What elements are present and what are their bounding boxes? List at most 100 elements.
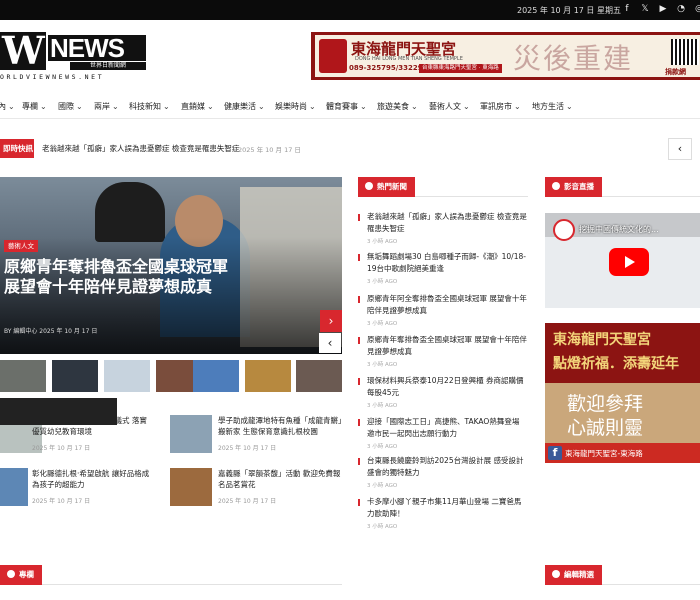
nav-item[interactable]: 直銷媒 xyxy=(181,101,214,112)
youtube-play-icon[interactable] xyxy=(609,248,649,276)
channel-avatar[interactable] xyxy=(553,219,575,241)
ticker-date: 2025 年 10 月 17 日 xyxy=(238,146,301,154)
hot-date: 3 小時 AGO xyxy=(367,483,398,489)
bullet-bar xyxy=(358,214,360,221)
nav-item[interactable]: 健康樂活 xyxy=(224,101,265,112)
youtube-embed[interactable]: 挖掘中國傳統文化的... xyxy=(545,213,700,308)
article-card[interactable]: 學子助成龍潭地特有魚種「成龍青鱂」搬新家 生態保育意識扎根校園 2025 年 1… xyxy=(170,415,342,455)
hot-title[interactable]: 環保材料興兵祭泰10月22日登興櫃 券商認購價每股45元 xyxy=(367,375,527,399)
site-logo[interactable]: W NEWS 世界日新聞網 ORLDVIEWNEWS.NET xyxy=(0,32,146,82)
article-date: 2025 年 10 月 17 日 xyxy=(32,498,91,505)
logo-w: W xyxy=(0,32,46,70)
article-date: 2025 年 10 月 17 日 xyxy=(218,445,277,452)
nav-item[interactable]: 兩岸 xyxy=(94,101,119,112)
article-title[interactable]: 學子助成龍潭地特有魚種「成龍青鱂」搬新家 生態保育意識扎根校園 xyxy=(218,415,342,437)
nav-item[interactable]: 地方生活 xyxy=(532,101,573,112)
qr-code-icon xyxy=(671,39,699,65)
bullet-bar xyxy=(358,337,360,344)
editors-pick-label: 編輯精選 xyxy=(545,565,602,585)
hero-next-button[interactable]: › xyxy=(320,310,342,332)
youtube-icon[interactable]: ▶ xyxy=(658,3,668,16)
nav-item[interactable]: 專欄 xyxy=(22,101,47,112)
article-title[interactable]: 嘉義縣「翠韻茶馥」活動 歡迎免費報名品茗賞花 xyxy=(218,468,342,490)
nav-item[interactable]: 體育賽事 xyxy=(326,101,367,112)
editors-pick-header: 編輯精選 xyxy=(545,565,700,585)
ad-line-1: 東海龍門天聖宮 xyxy=(553,332,651,348)
hot-news-title: 熱門新聞 xyxy=(377,182,407,191)
column-header: 專欄 xyxy=(0,565,342,585)
hot-title[interactable]: 卡多摩小腳丫親子市集11月華山登場 二寶爸馬力歐助陣！ xyxy=(367,496,527,520)
hero-category-badge[interactable]: 藝術人文 xyxy=(4,240,38,252)
article-card[interactable]: 嘉義縣「翠韻茶馥」活動 歡迎免費報名品茗賞花 2025 年 10 月 17 日 xyxy=(170,468,340,508)
hot-title[interactable]: 台東縣長饒慶鈴到訪2025台灣設計展 感受設計盛會的獨特魅力 xyxy=(367,455,527,479)
nav-item[interactable]: 國內 xyxy=(0,101,15,112)
ticker-label: 即時快訊 xyxy=(0,139,34,158)
logo-news-sub: 世界日新聞網 xyxy=(70,62,146,70)
nav-item[interactable]: 藝術人文 xyxy=(429,101,470,112)
hot-title[interactable]: 原鄉青年奪排魯盃全國桌球冠軍 展望會十年陪伴見證夢想成真 xyxy=(367,334,527,358)
temple-seal-icon xyxy=(319,39,347,73)
hero-slide[interactable]: 藝術人文 原鄉青年奪排魯盃全國桌球冠軍 展望會十年陪伴見證夢想成真 BY 編輯中… xyxy=(0,177,342,354)
thumbnail[interactable] xyxy=(245,360,291,392)
hero-prev-button[interactable]: ‹ xyxy=(319,333,341,353)
hot-title[interactable]: 原鄉青年阿全奪排魯盃全國桌球冠軍 展望會十年陪伴見證夢想成真 xyxy=(367,293,527,317)
ad-fb-text: 東海龍門天聖宮-東海路 xyxy=(565,449,643,458)
hot-date: 3 小時 AGO xyxy=(367,279,398,285)
editors-pick-title: 編輯精選 xyxy=(564,570,594,579)
banner-phone: 089-325795/332295 xyxy=(349,64,428,72)
x-twitter-icon[interactable]: 𝕏 xyxy=(640,3,650,16)
hot-date: 3 小時 AGO xyxy=(367,239,398,245)
hot-date: 3 小時 AGO xyxy=(367,321,398,327)
hot-date: 3 小時 AGO xyxy=(367,362,398,368)
article-card[interactable]: 彰化縣德扎根·希望啟航 讓好品格成為孩子的超能力 2025 年 10 月 17 … xyxy=(0,468,170,508)
thumbnail[interactable] xyxy=(104,360,150,392)
hero-title[interactable]: 原鄉青年奪排魯盃全國桌球冠軍 展望會十年陪伴見證夢想成真 xyxy=(4,257,244,297)
main-nav: 國內 專欄 國際 兩岸 科技新知 直銷媒 健康樂活 娛樂時尚 體育賽事 旅遊美食… xyxy=(0,91,700,119)
instagram-icon[interactable]: ◎ xyxy=(694,3,700,16)
thumbnail[interactable] xyxy=(296,360,342,392)
hot-title[interactable]: 迎接「國際志工日」高捷熊、TAKAO熱舞登場 邀市民一起閃出志願行動力 xyxy=(367,416,527,440)
article-title[interactable]: 彰化縣德扎根·希望啟航 讓好品格成為孩子的超能力 xyxy=(32,468,150,490)
fire-icon xyxy=(365,182,373,190)
sidebar-ad[interactable]: 東海龍門天聖宮 點燈祈福．添壽延年 歡迎參拜 心誠則靈 f 東海龍門天聖宮-東海… xyxy=(545,323,700,463)
banner-tag: 台東縣東海路門天聖宮 · 東海路 xyxy=(419,64,502,73)
top-bar: 2025 年 10 月 17 日 星期五 f 𝕏 ▶ ◔ ◎ xyxy=(0,0,700,20)
logo-url: ORLDVIEWNEWS.NET xyxy=(0,73,105,81)
hot-title[interactable]: 無垢舞蹈劇場30 白島唧種子而歸-《潮》10/18-19台中歌劇院絕美重逢 xyxy=(367,251,527,275)
thumbnail[interactable] xyxy=(52,360,98,392)
header-banner-ad[interactable]: 東海龍門天聖宮 DONG HAI LONG MEN TIAN SHENG TEM… xyxy=(311,32,700,80)
bullet-bar xyxy=(358,458,360,465)
slider-thumbnails xyxy=(0,358,342,394)
article-thumb xyxy=(0,468,28,506)
nav-item[interactable]: 科技新知 xyxy=(129,101,170,112)
nav-item[interactable]: 軍訊房市 xyxy=(480,101,521,112)
article-date: 2025 年 10 月 17 日 xyxy=(32,445,91,452)
ticker-prev-button[interactable]: ‹ xyxy=(668,138,692,160)
column-title: 專欄 xyxy=(19,570,34,579)
nav-item[interactable]: 國際 xyxy=(58,101,83,112)
popup-overlay[interactable] xyxy=(0,398,117,425)
logo-news: NEWS xyxy=(48,35,146,61)
ad-line-2: 點燈祈福．添壽延年 xyxy=(553,356,679,372)
breaking-news-ticker: 即時快訊 老翁越來越「孤癖」家人誤為患憂鬱症 檢查竟是罹患失智症 2025 年 … xyxy=(0,137,700,161)
ad-line-4: 心誠則靈 xyxy=(567,417,644,439)
facebook-icon[interactable]: f xyxy=(622,3,632,16)
hero-bg-shape xyxy=(95,182,165,242)
banner-temple-english: DONG HAI LONG MEN TIAN SHENG TEMPLE xyxy=(355,56,463,62)
hot-title[interactable]: 老翁越來越「孤癖」家人誤為患憂鬱症 檢查竟是罹患失智症 xyxy=(367,211,527,235)
article-thumb xyxy=(170,415,212,453)
rss-icon[interactable]: ◔ xyxy=(676,3,686,16)
ticker-headline[interactable]: 老翁越來越「孤癖」家人誤為患憂鬱症 檢查竟是罹患失智症 xyxy=(42,143,239,154)
column-icon xyxy=(7,570,15,578)
banner-donate: 捐款網 xyxy=(665,68,686,76)
banner-inner: 東海龍門天聖宮 DONG HAI LONG MEN TIAN SHENG TEM… xyxy=(315,35,700,77)
live-title: 影音直播 xyxy=(564,182,594,191)
video-title[interactable]: 挖掘中國傳統文化的... xyxy=(579,224,659,235)
nav-item[interactable]: 娛樂時尚 xyxy=(275,101,316,112)
thumbnail[interactable] xyxy=(193,360,239,392)
bullet-bar xyxy=(358,378,360,385)
nav-item[interactable]: 旅遊美食 xyxy=(377,101,418,112)
thumbnail[interactable] xyxy=(0,360,46,392)
article-date: 2025 年 10 月 17 日 xyxy=(218,498,277,505)
live-label: 影音直播 xyxy=(545,177,602,197)
